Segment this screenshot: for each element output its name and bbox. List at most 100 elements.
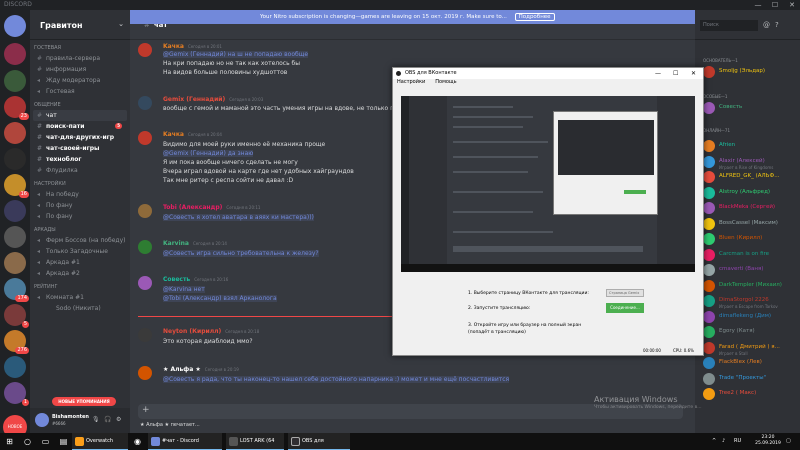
member-item[interactable]: Farad ( Дмитрий ) я... Играет в Stall [703, 341, 798, 356]
avatar[interactable] [138, 204, 152, 218]
member-item[interactable]: Smoljg (Эльдар) [703, 66, 798, 80]
voice-channel[interactable]: ◂ Аркада #1 [30, 257, 130, 268]
taskbar-item[interactable]: Overwatch [72, 433, 128, 450]
voice-user[interactable]: Sodo (Никита) [30, 303, 130, 314]
start-stream-button[interactable]: Соединение... [606, 303, 644, 313]
taskbar-item[interactable]: #чат - Discord [148, 433, 222, 450]
guild-icon[interactable] [4, 252, 26, 274]
message-author[interactable]: ★ Альфа ★ Сегодня в 20:19 [163, 366, 239, 373]
maximize-button[interactable]: ☐ [673, 68, 678, 79]
member-item[interactable]: Afrien [703, 140, 798, 154]
avatar[interactable] [138, 328, 152, 342]
channel-item[interactable]: # чат-для-других-игр [30, 132, 130, 143]
member-item[interactable]: Alaxir (Алексей) Играет в Rise of Kingdom… [703, 155, 798, 170]
member-item[interactable]: DarkTempler (Михаил) [703, 279, 798, 294]
category-rating[interactable]: РЕЙТИНГ [30, 279, 130, 292]
search-icon[interactable]: ○ [22, 436, 33, 447]
member-item[interactable]: Совесть [703, 102, 798, 116]
avatar[interactable] [138, 131, 152, 145]
avatar[interactable] [138, 276, 152, 290]
windows-start-icon[interactable]: ⊞ [4, 436, 15, 447]
member-item[interactable]: DimaStorgol 2226 Играет в Escape from Tar… [703, 295, 798, 309]
new-mentions-button[interactable]: НОВЫЕ УПОМИНАНИЯ [52, 397, 116, 406]
at-icon[interactable]: @ [763, 21, 770, 29]
guild-icon[interactable]: 1 [4, 382, 29, 406]
voice-channel[interactable]: ◂ На победу [30, 189, 130, 200]
member-item[interactable]: cmaverti (Ваня) [703, 264, 798, 278]
minimize-button[interactable]: — [750, 0, 766, 10]
message-author[interactable]: Karvina Сегодня в 20:14 [163, 240, 227, 247]
guild-icon[interactable] [4, 70, 26, 92]
search-input[interactable]: Поиск [700, 20, 758, 31]
avatar[interactable] [138, 43, 152, 57]
channel-item[interactable]: # правила-сервера [30, 53, 130, 64]
channel-item[interactable]: # Флудилка [30, 165, 130, 176]
channel-item-chat[interactable]: # чат [33, 110, 127, 121]
message-author[interactable]: Tobi (Александр) Сегодня в 20:11 [163, 204, 260, 211]
guild-icon[interactable]: 23 [4, 96, 29, 120]
voice-channel[interactable]: ◂ Аркада #2 [30, 268, 130, 279]
guild-icon[interactable] [4, 148, 26, 170]
member-item[interactable]: BlackMeka (Сергей) [703, 202, 798, 216]
voice-channel[interactable]: ◂ Только Загадочные [30, 246, 130, 257]
channel-item[interactable]: ◂ Жду модератора [30, 75, 130, 86]
maximize-button[interactable]: ☐ [767, 0, 783, 10]
menu-help[interactable]: Помощь [435, 79, 456, 85]
voice-channel[interactable]: ◂ Ферм Боссов (на победу) [30, 235, 130, 246]
member-item[interactable]: Trade "Проекты" [703, 372, 798, 387]
member-item[interactable]: dimaflekeng (Дим) [703, 310, 798, 325]
member-item[interactable]: Egory (Катя) [703, 326, 798, 340]
message-author[interactable]: Совесть Сегодня в 20:16 [163, 276, 228, 283]
guild-icon[interactable] [4, 200, 26, 222]
voice-channel[interactable]: ◂ По фану [30, 200, 130, 211]
guild-icon[interactable] [4, 15, 26, 37]
avatar[interactable] [138, 366, 152, 380]
channel-item[interactable]: # поиск-пати 5 [30, 121, 130, 132]
channel-item[interactable]: # чат-своей-игры [30, 143, 130, 154]
guild-icon[interactable]: 174 [4, 278, 29, 302]
avatar[interactable] [138, 240, 152, 254]
taskbar-item[interactable]: OBS для ВКонтакте [288, 433, 350, 450]
help-icon[interactable]: ? [775, 21, 779, 29]
guild-icon[interactable] [4, 226, 26, 248]
notifications-icon[interactable]: ▢ [786, 433, 791, 450]
chrome-icon[interactable]: ◉ [132, 436, 143, 447]
category-general[interactable]: ОБЩЕНИЕ [30, 97, 130, 110]
taskbar-item[interactable]: LOST ARK (64 bit) - ... [226, 433, 284, 450]
tray-chevron-icon[interactable]: ^ [712, 433, 716, 450]
member-item[interactable]: FlackBlex (Лев) [703, 357, 798, 371]
language-indicator[interactable]: RU [734, 433, 741, 450]
member-item[interactable]: Tree2 ( Макс) [703, 388, 798, 402]
voice-channel[interactable]: ◂ Комната #1 [30, 292, 130, 303]
guild-icon[interactable] [4, 122, 26, 144]
file-explorer-icon[interactable]: ▤ [58, 436, 69, 447]
guild-icon[interactable] [4, 43, 26, 65]
member-item[interactable]: Alstroy (Альфред) [703, 186, 798, 201]
voice-channel[interactable]: ◂ По фану [30, 211, 130, 222]
channel-item[interactable]: # техноблог [30, 154, 130, 165]
avatar[interactable] [138, 96, 152, 110]
channel-item[interactable]: # информация [30, 64, 130, 75]
obs-page-select[interactable]: Страница Gemix [606, 289, 644, 297]
message-author[interactable]: Neyton (Кирилл) Сегодня в 20:18 [163, 328, 259, 335]
close-button[interactable]: ✕ [784, 0, 800, 10]
category-guest[interactable]: ГОСТЕВАЯ [30, 40, 130, 53]
member-item[interactable]: BossCassel (Максим) [703, 217, 798, 232]
channel-item[interactable]: ◂ Гостевая [30, 86, 130, 97]
guild-icon[interactable] [4, 356, 26, 378]
guild-icon[interactable]: 5 [4, 304, 29, 328]
category-arcade[interactable]: АРКАДЫ [30, 222, 130, 235]
member-item[interactable]: Bluen (Кирилл) [703, 233, 798, 247]
plus-icon[interactable]: + [142, 405, 150, 415]
mic-icon[interactable]: 🎙 [92, 416, 100, 423]
banner-button[interactable]: Подробнее [514, 13, 555, 21]
menu-settings[interactable]: Настройки [397, 79, 425, 85]
guild-icon[interactable]: 16 [4, 174, 29, 198]
gear-icon[interactable]: ⚙ [116, 416, 121, 423]
headphones-icon[interactable]: 🎧 [104, 416, 111, 423]
category-settings[interactable]: НАСТРОЙКИ [30, 176, 130, 189]
guild-icon[interactable]: 276 [4, 330, 29, 354]
member-item[interactable]: ALFRED_GK_ (АЛЬФ... [703, 171, 798, 185]
message-author[interactable]: Kaчка Сегодня в 20:04 [163, 131, 222, 138]
close-button[interactable]: ✕ [691, 68, 696, 79]
